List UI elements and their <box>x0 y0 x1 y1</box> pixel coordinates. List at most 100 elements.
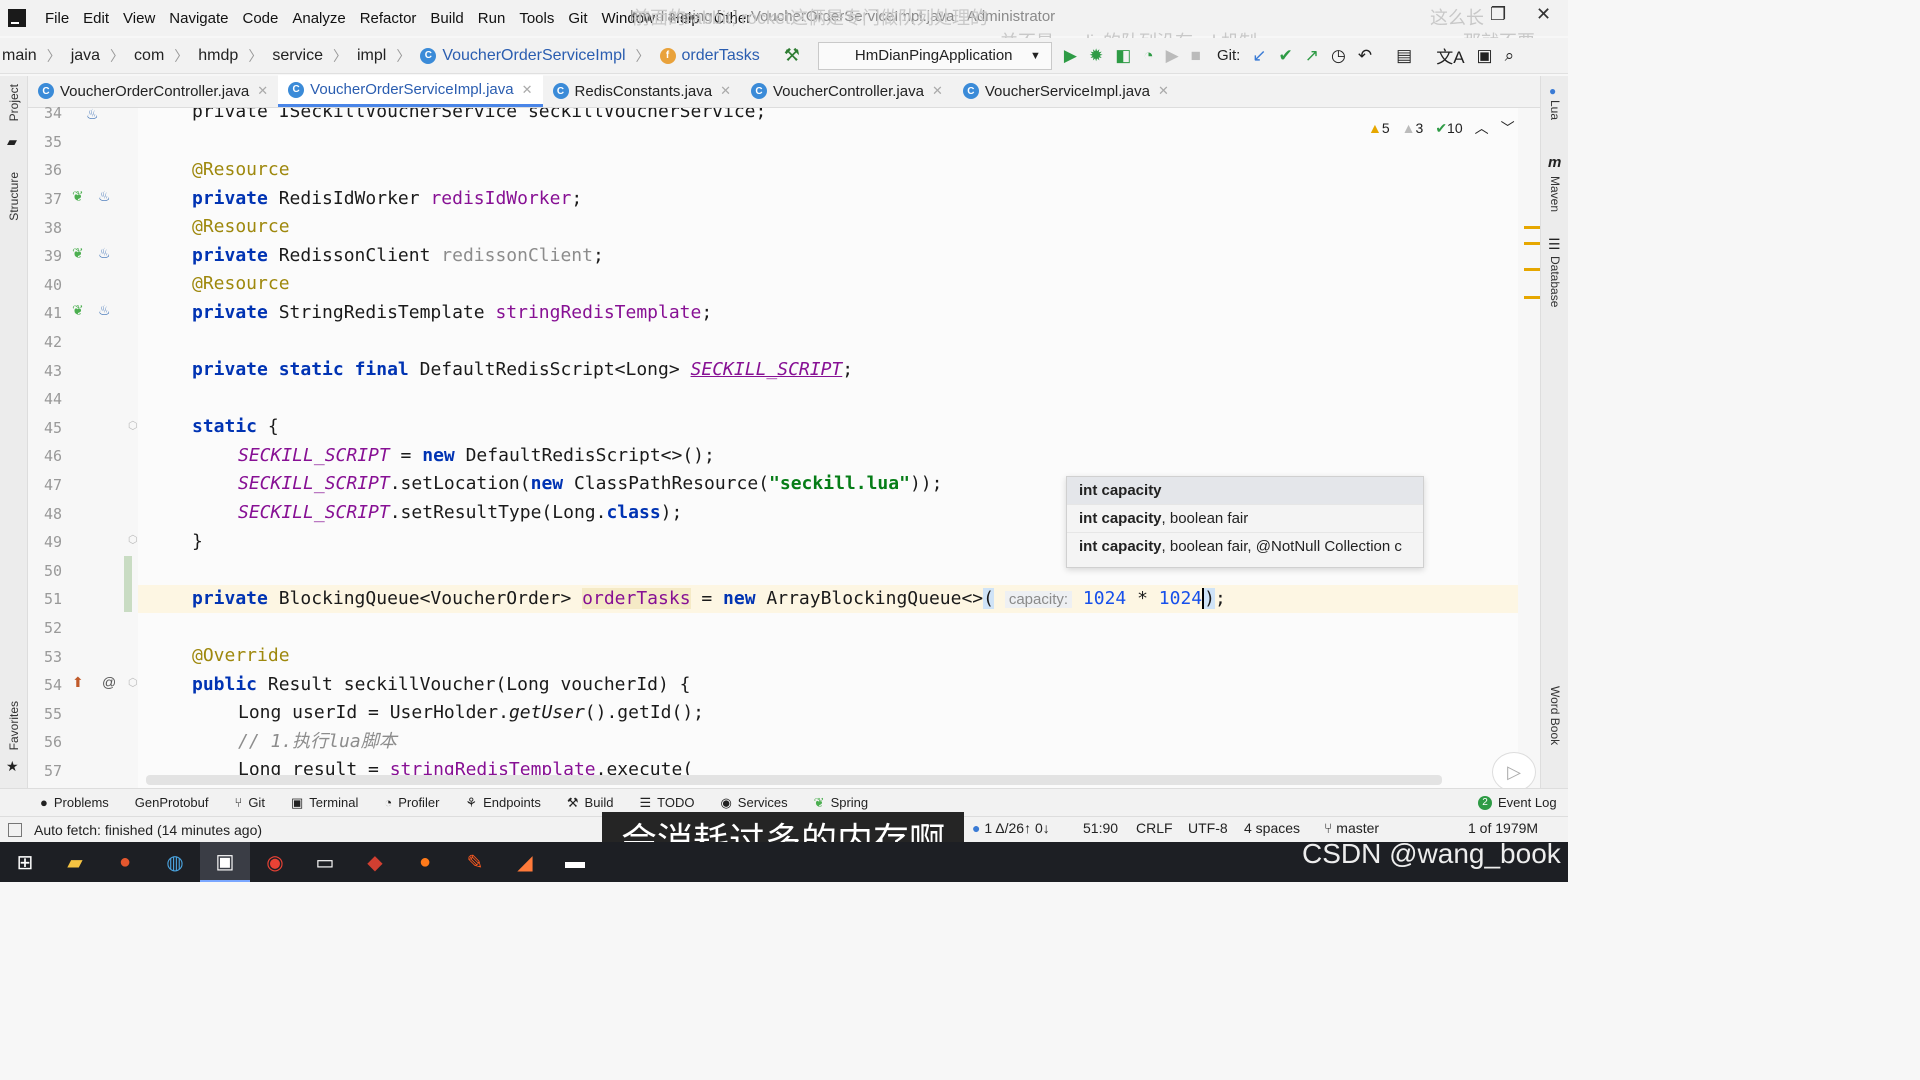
maven-panel-tab[interactable]: Maven <box>1548 176 1562 212</box>
menu-code[interactable]: Code <box>235 10 285 27</box>
tool-terminal[interactable]: ▣ Terminal <box>291 795 358 811</box>
breadcrumb-java[interactable]: java <box>69 47 102 65</box>
tool-build[interactable]: ⚒ Build <box>567 795 614 811</box>
warning-count[interactable]: ▲5 <box>1368 120 1390 136</box>
spring-bean-icon[interactable]: ❦ <box>72 188 84 205</box>
bean-icon[interactable]: ♨ <box>98 188 111 205</box>
bean-icon[interactable]: ♨ <box>98 245 111 262</box>
project-structure-icon[interactable]: ▤ <box>1396 46 1412 66</box>
menu-view[interactable]: View <box>116 10 162 27</box>
breadcrumb-field[interactable]: f orderTasks <box>658 47 762 65</box>
next-highlight-icon[interactable]: ﹀ <box>1501 118 1515 138</box>
close-icon[interactable]: ✕ <box>257 83 268 99</box>
menu-tools[interactable]: Tools <box>512 10 561 27</box>
parameter-signature[interactable]: int capacity, boolean fair, @NotNull Col… <box>1067 533 1423 561</box>
browser-icon[interactable]: ◍ <box>150 842 200 882</box>
line-separator[interactable]: CRLF <box>1136 820 1173 836</box>
inspection-widget[interactable]: ▲5 ▲3 ✔10 ︿ ﹀ <box>1368 118 1515 138</box>
tool-event-log[interactable]: 2 Event Log <box>1478 795 1557 810</box>
error-stripe-marker[interactable] <box>1524 226 1540 229</box>
vcs-changes-indicator[interactable]: ● 1 Δ/26↑ 0↓ <box>972 820 1050 836</box>
cmd-icon[interactable]: ▬ <box>550 842 600 882</box>
translate-icon[interactable]: 文A <box>1436 43 1464 68</box>
status-message[interactable]: Auto fetch: finished (14 minutes ago) <box>34 822 262 838</box>
play-overlay-icon[interactable]: ▷ <box>1492 752 1536 792</box>
debug-icon[interactable]: ✹ <box>1089 46 1103 66</box>
tab-voucher-service-impl[interactable]: C VoucherServiceImpl.java ✕ <box>953 75 1179 107</box>
menu-build[interactable]: Build <box>423 10 470 27</box>
lua-panel-tab[interactable]: Lua <box>1548 100 1562 120</box>
breadcrumb-com[interactable]: com <box>132 47 166 65</box>
tool-problems[interactable]: ● Problems <box>40 795 109 810</box>
spring-bean-icon[interactable]: ❦ <box>72 302 84 319</box>
annotation-icon[interactable]: @ <box>102 674 116 690</box>
pen-tool-icon[interactable]: ✎ <box>450 842 500 882</box>
favorites-panel-tab[interactable]: Favorites <box>7 701 21 750</box>
git-update-icon[interactable]: ↙ <box>1252 46 1266 66</box>
tab-voucher-order-service-impl[interactable]: C VoucherOrderServiceImpl.java ✕ <box>278 75 543 107</box>
parameter-signature[interactable]: int capacity, boolean fair <box>1067 505 1423 533</box>
indent-setting[interactable]: 4 spaces <box>1244 820 1300 836</box>
fold-icon[interactable]: ⬡ <box>128 419 138 432</box>
menu-file[interactable]: File <box>38 10 76 27</box>
breadcrumb-impl[interactable]: impl <box>355 47 388 65</box>
code-editor[interactable]: private ISeckillVoucherService seckillVo… <box>138 108 1518 788</box>
close-icon[interactable]: ✕ <box>522 82 533 98</box>
close-icon[interactable]: ✕ <box>720 83 731 99</box>
structure-panel-tab[interactable]: Structure <box>7 172 21 221</box>
tool-todo[interactable]: ☰ TODO <box>639 795 694 811</box>
tool-genprotobuf[interactable]: GenProtobuf <box>135 795 209 810</box>
horizontal-scrollbar[interactable] <box>146 775 1442 785</box>
previous-highlight-icon[interactable]: ︿ <box>1475 118 1489 138</box>
coverage-icon[interactable]: ◧ <box>1115 46 1131 66</box>
fold-icon[interactable]: ⬡ <box>128 533 138 546</box>
intellij-taskbar-icon[interactable]: ▣ <box>200 842 250 882</box>
file-explorer-icon[interactable]: ▰ <box>50 842 100 882</box>
chrome-icon[interactable]: ◉ <box>250 842 300 882</box>
powerpoint-icon[interactable]: ● <box>100 842 150 882</box>
tab-redis-constants[interactable]: C RedisConstants.java ✕ <box>543 75 741 107</box>
fold-icon[interactable]: ⬡ <box>128 676 138 689</box>
menu-refactor[interactable]: Refactor <box>353 10 424 27</box>
menu-git[interactable]: Git <box>561 10 594 27</box>
editor-gutter[interactable]: 34 35 36 37 38 39 40 41 42 43 44 45 46 4… <box>28 104 138 788</box>
windows-start-icon[interactable]: ⊞ <box>0 842 50 882</box>
breadcrumb-service[interactable]: service <box>270 47 325 65</box>
git-push-icon[interactable]: ↗ <box>1305 46 1319 66</box>
project-panel-tab[interactable]: Project <box>7 84 21 121</box>
breadcrumb-main[interactable]: main <box>0 47 39 65</box>
postman-icon[interactable]: ● <box>400 842 450 882</box>
run-icon[interactable]: ▶ <box>1064 46 1077 66</box>
terminal-taskbar-icon[interactable]: ▭ <box>300 842 350 882</box>
bean-icon[interactable]: ♨ <box>86 106 99 123</box>
tool-spring[interactable]: ❦ Spring <box>814 795 868 811</box>
tool-git[interactable]: ⑂ Git <box>235 795 265 810</box>
draw-app-icon[interactable]: ◢ <box>500 842 550 882</box>
menu-navigate[interactable]: Navigate <box>162 10 235 27</box>
memory-indicator[interactable]: 1 of 1979M <box>1468 820 1538 836</box>
menu-analyze[interactable]: Analyze <box>285 10 352 27</box>
tab-voucher-order-controller[interactable]: C VoucherOrderController.java ✕ <box>28 75 278 107</box>
typo-count[interactable]: ✔10 <box>1435 120 1462 137</box>
resume-icon[interactable]: ▶ <box>1166 46 1179 66</box>
close-icon[interactable]: ✕ <box>932 83 943 99</box>
tool-profiler[interactable]: ◔ Profiler <box>384 795 439 810</box>
bean-icon[interactable]: ♨ <box>98 302 111 319</box>
caret-position[interactable]: 51:90 <box>1083 820 1118 836</box>
tool-endpoints[interactable]: ⚘ Endpoints <box>465 795 540 811</box>
error-stripe-marker[interactable] <box>1524 296 1540 299</box>
menu-edit[interactable]: Edit <box>76 10 116 27</box>
tab-voucher-controller[interactable]: C VoucherController.java ✕ <box>741 75 953 107</box>
breadcrumb-hmdp[interactable]: hmdp <box>196 47 240 65</box>
git-commit-icon[interactable]: ✔ <box>1279 46 1293 66</box>
tool-services[interactable]: ◉ Services <box>720 795 787 811</box>
menu-run[interactable]: Run <box>471 10 513 27</box>
run-configuration-select[interactable]: HmDianPingApplication ▼ <box>817 41 1052 70</box>
restore-window-icon[interactable]: ❐ <box>1490 4 1506 25</box>
parameter-signature[interactable]: int capacity <box>1067 477 1423 505</box>
profile-icon[interactable]: ◔ <box>1143 46 1153 66</box>
override-icon[interactable]: ⬆ <box>72 674 84 691</box>
presentation-icon[interactable]: ▣ <box>1477 46 1493 66</box>
close-icon[interactable]: ✕ <box>1158 83 1169 99</box>
status-toggle-icon[interactable] <box>8 822 22 837</box>
